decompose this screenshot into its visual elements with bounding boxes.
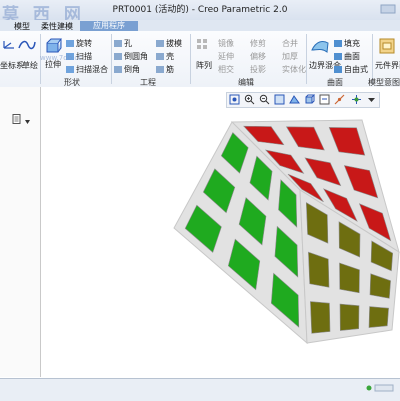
boundary-blend-icon[interactable] [311, 38, 329, 54]
right-sticker [368, 306, 389, 328]
status-indicator-icon [365, 383, 395, 393]
round-button[interactable]: 倒圆角 [114, 51, 148, 62]
pattern-label[interactable]: 阵列 [196, 60, 212, 71]
intersect-button[interactable]: 相交 [218, 64, 234, 75]
tab-applications[interactable]: 应用程序 [80, 21, 138, 31]
project-button[interactable]: 投影 [250, 64, 266, 75]
ribbon-divider [306, 34, 307, 84]
rubiks-cube-model[interactable] [170, 118, 400, 348]
refit-icon[interactable] [229, 94, 240, 105]
right-sticker [339, 303, 360, 331]
shell-label: 壳 [166, 52, 174, 61]
right-sticker [310, 301, 331, 334]
swept-blend-button[interactable]: 扫描混合 [66, 64, 108, 75]
extend-button[interactable]: 延伸 [218, 51, 234, 62]
hole-button[interactable]: 孔 [114, 38, 132, 49]
sketch-label[interactable]: 草绘 [22, 60, 38, 71]
sketch-icon[interactable] [18, 38, 36, 52]
surface-icon [334, 53, 342, 60]
ribbon-divider [111, 34, 112, 84]
swept-blend-label: 扫描混合 [76, 65, 108, 74]
rib-button[interactable]: 筋 [156, 64, 174, 75]
watermark-url: www.7db.cc [40, 54, 83, 62]
ribbon-divider [190, 34, 191, 84]
extrude-icon[interactable] [44, 38, 62, 54]
rib-label: 筋 [166, 65, 174, 74]
component-interface-icon[interactable] [379, 38, 395, 54]
rib-icon [156, 66, 164, 73]
view-orient-icon[interactable] [304, 94, 316, 105]
shell-icon [156, 53, 164, 60]
solidify-button[interactable]: 实体化 [282, 64, 306, 75]
merge-button[interactable]: 合并 [282, 38, 298, 49]
chevron-down-icon[interactable] [25, 117, 30, 124]
pattern-icon[interactable] [196, 38, 210, 52]
chamfer-label: 倒角 [124, 65, 140, 74]
fill-label: 填充 [344, 39, 360, 48]
thicken-button[interactable]: 加厚 [282, 51, 298, 62]
zoom-in-icon[interactable] [244, 94, 255, 105]
revolve-label: 旋转 [76, 39, 92, 48]
swept-blend-icon [66, 66, 74, 73]
shell-button[interactable]: 壳 [156, 51, 174, 62]
status-bar [0, 378, 400, 401]
trim-button[interactable]: 修剪 [250, 38, 266, 49]
revolve-icon [66, 40, 74, 47]
round-icon [114, 53, 122, 60]
window-controls-icon[interactable] [380, 3, 396, 15]
freestyle-label: 自由式 [344, 65, 368, 74]
spin-center-icon[interactable] [351, 94, 362, 105]
hole-icon [114, 40, 122, 47]
coordinate-system-label[interactable]: 坐标系 [0, 60, 24, 71]
freestyle-button[interactable]: 自由式 [334, 64, 368, 75]
offset-button[interactable]: 偏移 [250, 51, 266, 62]
revolve-button[interactable]: 旋转 [66, 38, 92, 49]
draft-icon [156, 40, 164, 47]
mirror-button[interactable]: 镜像 [218, 38, 234, 49]
surface-button[interactable]: 曲面 [334, 51, 360, 62]
notes-icon[interactable] [12, 114, 22, 124]
round-label: 倒圆角 [124, 52, 148, 61]
chamfer-button[interactable]: 倒角 [114, 64, 140, 75]
component-interface-label[interactable]: 元件界面 [375, 60, 400, 71]
fill-icon [334, 40, 342, 47]
chamfer-icon [114, 66, 122, 73]
coordinate-system-icon[interactable] [2, 40, 16, 50]
display-style-icon[interactable] [289, 94, 300, 105]
zoom-out-icon[interactable] [259, 94, 270, 105]
surface-label: 曲面 [344, 52, 360, 61]
freestyle-icon [334, 66, 342, 73]
draft-label: 拔模 [166, 39, 182, 48]
fill-button[interactable]: 填充 [334, 38, 360, 49]
saved-views-icon[interactable] [319, 94, 330, 105]
draft-button[interactable]: 拔模 [156, 38, 182, 49]
datum-display-icon[interactable] [334, 94, 345, 105]
model-tree-panel[interactable] [0, 87, 41, 377]
chevron-down-icon[interactable] [366, 94, 377, 105]
hole-label: 孔 [124, 39, 132, 48]
repaint-icon[interactable] [274, 94, 285, 105]
